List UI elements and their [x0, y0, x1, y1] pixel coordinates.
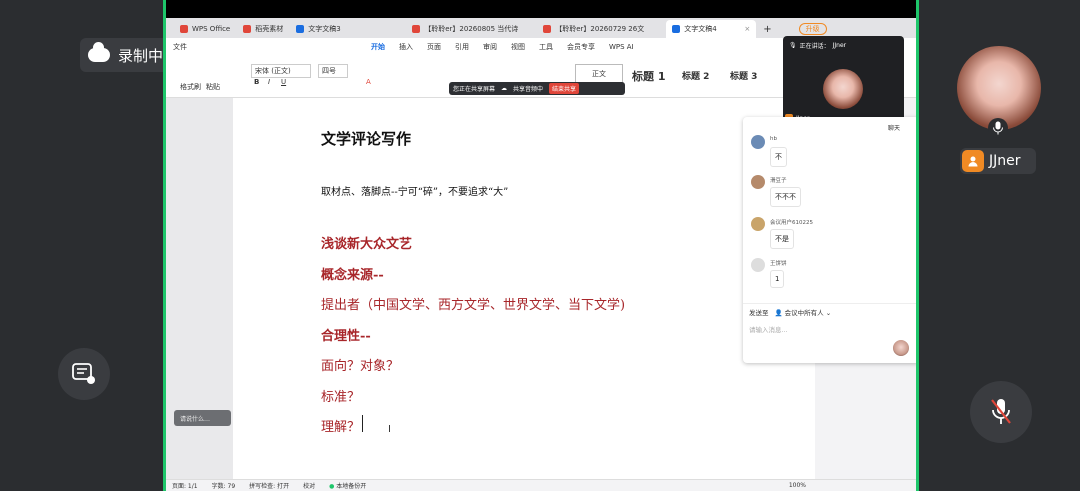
avatar: [751, 217, 765, 231]
menu-insert[interactable]: 插入: [399, 42, 413, 52]
chat-input[interactable]: 请输入消息...: [749, 324, 788, 334]
shared-screen: WPS Office 稻壳素材 文字文稿3 【聆聆er】20260805 当代诗…: [163, 0, 919, 491]
close-icon[interactable]: ×: [744, 25, 750, 33]
avatar: [751, 135, 765, 149]
style-normal[interactable]: 正文: [575, 64, 623, 84]
self-avatar: [892, 339, 910, 357]
format-painter-button[interactable]: 格式刷: [180, 82, 201, 92]
participant-name: JJner: [989, 153, 1021, 169]
doc-line[interactable]: 理解？: [321, 416, 360, 435]
send-to-select[interactable]: 👤 会议中所有人 ⌄: [775, 307, 832, 317]
spell-check[interactable]: 拼写检查: 打开: [249, 481, 289, 490]
doc-line[interactable]: 浅谈新大众文艺: [321, 233, 412, 252]
chat-header-label: 聊天: [888, 125, 901, 132]
recording-label: 录制中: [118, 46, 164, 65]
screen-share-bar: 您正在共享屏幕 ☁ 共享音频中 结束共享: [449, 82, 625, 95]
style-heading3[interactable]: 标题 3: [730, 69, 757, 82]
doc-title[interactable]: 文学评论写作: [321, 128, 411, 149]
audio-status[interactable]: 共享音频中: [513, 84, 543, 93]
mic-muted-icon: [991, 399, 1011, 424]
underline-button[interactable]: U: [281, 78, 286, 86]
speaker-video-popup[interactable]: 🎙 正在讲话： JJner JJner: [783, 36, 904, 128]
menu-review[interactable]: 审阅: [483, 42, 497, 52]
menu-wps-ai[interactable]: WPS AI: [609, 43, 634, 51]
doc-line[interactable]: 面向？对象？: [321, 355, 399, 374]
bottom-hint[interactable]: 请说什么…: [174, 410, 231, 426]
upgrade-button[interactable]: 升级: [798, 23, 827, 35]
page-count: 页面: 1/1: [172, 483, 198, 490]
cloud-icon: [88, 42, 110, 62]
tab-pdf2[interactable]: 【聆聆er】20260729 26文: [537, 20, 665, 38]
backup-status[interactable]: ● 本地备份开: [329, 481, 366, 490]
bold-button[interactable]: B: [254, 78, 259, 86]
menu-home[interactable]: 开始: [371, 42, 385, 52]
doc-line[interactable]: 标准？: [321, 386, 360, 405]
doc-line[interactable]: 合理性--: [321, 325, 371, 344]
ibeam-cursor-icon: I: [388, 424, 391, 435]
menu-page[interactable]: 页面: [427, 42, 441, 52]
screen-top-bar: [166, 0, 916, 18]
chat-panel[interactable]: 聊天 hb 不 滑豆子 不不不 会议用户610225 不是 王饼饼 1 发送至 …: [743, 117, 916, 363]
avatar: [751, 175, 765, 189]
cloud-icon[interactable]: ☁: [501, 85, 507, 92]
style-heading2[interactable]: 标题 2: [682, 69, 709, 82]
mute-button[interactable]: [970, 381, 1032, 443]
people-icon: 👤: [774, 309, 783, 317]
doc-line[interactable]: 概念来源--: [321, 264, 384, 283]
caption-button[interactable]: [58, 348, 110, 400]
wps-icon: [180, 25, 188, 33]
tab-doc4[interactable]: 文字文稿4 ×: [666, 20, 757, 38]
recording-indicator[interactable]: 录制中: [80, 38, 173, 72]
tab-doc3[interactable]: 文字文稿3: [290, 20, 405, 38]
proofread[interactable]: 校对: [303, 481, 315, 490]
font-size-select[interactable]: 四号: [318, 64, 348, 78]
wps-tab-bar: WPS Office 稻壳素材 文字文稿3 【聆聆er】20260805 当代诗…: [166, 18, 916, 38]
speaking-header: 🎙 正在讲话： JJner: [789, 41, 847, 50]
menu-view[interactable]: 视图: [511, 42, 525, 52]
menu-references[interactable]: 引用: [455, 42, 469, 52]
word-doc-icon: [296, 25, 305, 33]
font-color-button[interactable]: A: [366, 78, 371, 86]
word-doc-icon: [672, 25, 681, 33]
italic-button[interactable]: I: [268, 78, 270, 86]
mic-on-icon: [988, 118, 1008, 138]
docer-icon: [243, 25, 252, 33]
participant-name-chip: JJner: [960, 148, 1036, 174]
tab-pdf1[interactable]: 【聆聆er】20260805 当代诗: [406, 20, 536, 38]
avatar: [751, 258, 765, 272]
paste-button[interactable]: 粘贴: [206, 82, 220, 92]
font-name-select[interactable]: 宋体 (正文): [251, 64, 311, 78]
send-to-row[interactable]: 发送至 👤 会议中所有人 ⌄: [749, 307, 831, 317]
pdf-icon: [412, 25, 421, 33]
menu-file[interactable]: 文件: [173, 42, 187, 52]
speaker-avatar: [823, 69, 863, 109]
doc-subtitle[interactable]: 取材点、落脚点--宁可“碎”，不要追求“大”: [321, 183, 508, 198]
chat-divider: [743, 303, 916, 304]
mic-icon: 🎙: [789, 41, 797, 49]
menu-tools[interactable]: 工具: [539, 42, 553, 52]
stop-share-button[interactable]: 结束共享: [549, 83, 580, 94]
sharing-status: 您正在共享屏幕: [453, 86, 496, 93]
chevron-down-icon: ⌄: [825, 309, 832, 317]
user-icon: [962, 150, 984, 172]
word-count[interactable]: 字数: 79: [212, 481, 236, 490]
style-heading1[interactable]: 标题 1: [632, 68, 665, 84]
caption-icon: [72, 363, 95, 384]
tab-docer[interactable]: 稻壳素材: [237, 20, 289, 38]
menu-member[interactable]: 会员专享: [567, 42, 595, 52]
check-icon: ●: [329, 483, 335, 490]
text-cursor: [362, 415, 363, 432]
new-tab-button[interactable]: +: [757, 20, 777, 38]
pdf-icon: [543, 25, 552, 33]
zoom-level[interactable]: 100%: [789, 482, 806, 489]
status-bar: 页面: 1/1 字数: 79 拼写检查: 打开 校对 ● 本地备份开 100%: [166, 479, 916, 491]
doc-line[interactable]: 提出者（中国文学、西方文学、世界文学、当下文学): [321, 294, 625, 313]
tab-wps-office[interactable]: WPS Office: [174, 20, 236, 38]
